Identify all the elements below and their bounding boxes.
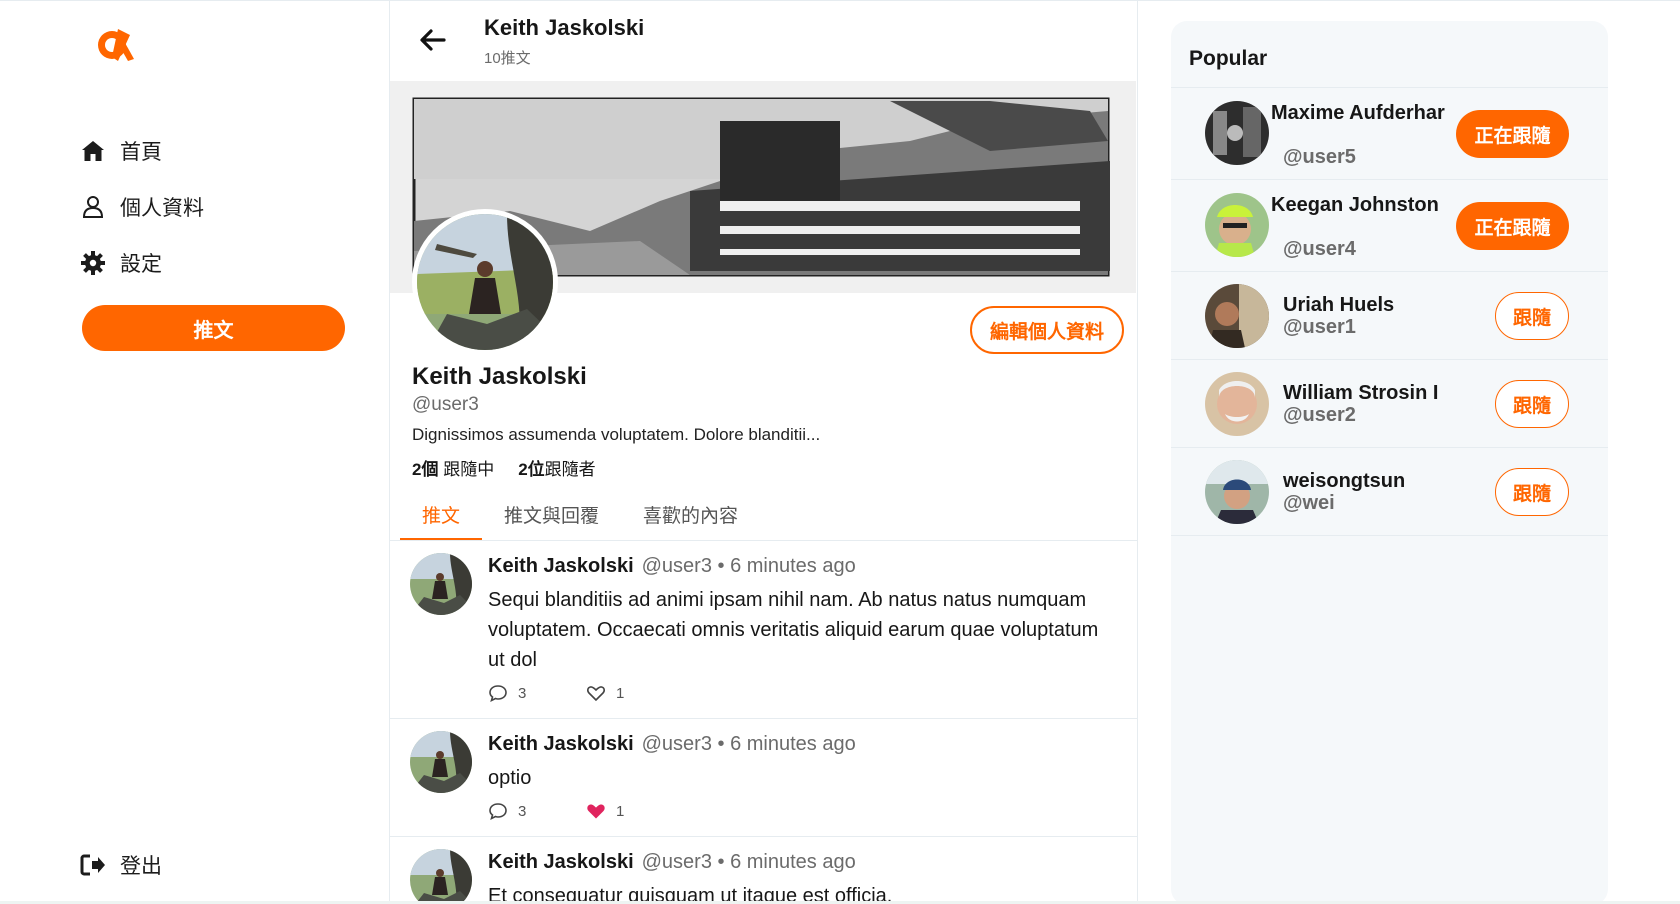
popular-user-handle: @wei — [1283, 492, 1335, 514]
popular-user-handle: @user2 — [1283, 404, 1356, 426]
tweet-header: Keith Jaskolski @user3 • 6 minutes ago — [488, 851, 856, 874]
profile-name: Keith Jaskolski — [412, 363, 587, 390]
follow-button[interactable]: 跟隨 — [1495, 468, 1569, 516]
tweet-author[interactable]: Keith Jaskolski — [488, 733, 634, 755]
following-link[interactable]: 2個 跟隨中 — [412, 455, 494, 480]
home-icon — [82, 141, 104, 161]
comment-icon — [489, 685, 507, 703]
comment-icon — [489, 803, 507, 821]
following-label: 跟隨中 — [443, 460, 495, 479]
following-button[interactable]: 正在跟隨 — [1456, 202, 1569, 250]
reply-count: 3 — [518, 802, 527, 820]
popular-user[interactable]: William Strosin I @user2 跟隨 — [1171, 359, 1608, 447]
gear-icon — [81, 251, 105, 275]
avatar[interactable] — [1205, 101, 1269, 165]
followers-link[interactable]: 2位跟隨者 — [518, 455, 595, 480]
nav-item-label: 設定 — [120, 253, 162, 276]
popular-user-name: Maxime Aufderhar — [1271, 102, 1445, 124]
popular-user-handle: @user4 — [1283, 238, 1356, 260]
avatar[interactable] — [1205, 372, 1269, 436]
logout-button[interactable]: 登出 — [80, 845, 162, 885]
profile-tabs: 推文 推文與回覆 喜歡的內容 — [400, 493, 760, 541]
popular-divider — [1171, 535, 1608, 536]
tweet-actions: 3 1 — [488, 683, 684, 703]
profile-avatar[interactable] — [412, 209, 558, 355]
like-count: 1 — [616, 684, 625, 702]
popular-user[interactable]: Uriah Huels @user1 跟隨 — [1171, 271, 1608, 359]
avatar[interactable] — [1205, 193, 1269, 257]
popular-user[interactable]: Maxime Aufderhar @user5 正在跟隨 — [1171, 87, 1608, 179]
profile-stats: 2個 跟隨中 2位跟隨者 — [412, 455, 596, 480]
popular-user-name: Uriah Huels — [1283, 294, 1395, 316]
follow-button[interactable]: 跟隨 — [1495, 380, 1569, 428]
tweet-item[interactable]: Keith Jaskolski @user3 • 6 minutes ago Se… — [390, 541, 1137, 719]
left-nav: 首頁 個人資料 設定 推文 登出 — [0, 1, 390, 904]
tweet-avatar[interactable] — [410, 553, 472, 615]
tweet-item[interactable]: Keith Jaskolski @user3 • 6 minutes ago Et… — [390, 837, 1137, 904]
tweet-avatar[interactable] — [410, 731, 472, 793]
popular-user-handle: @user1 — [1283, 316, 1356, 338]
nav-item-settings[interactable]: 設定 — [80, 243, 162, 283]
avatar[interactable] — [1205, 460, 1269, 524]
profile-bio: Dignissimos assumenda voluptatem. Dolore… — [412, 425, 821, 444]
following-button[interactable]: 正在跟隨 — [1456, 110, 1569, 158]
reply-button[interactable]: 3 — [488, 801, 586, 821]
tweet-header: Keith Jaskolski @user3 • 6 minutes ago — [488, 555, 856, 578]
edit-profile-button[interactable]: 編輯個人資料 — [970, 306, 1124, 354]
tweet-item[interactable]: Keith Jaskolski @user3 • 6 minutes ago op… — [390, 719, 1137, 837]
heart-outline-icon — [587, 686, 605, 702]
popular-title: Popular — [1189, 47, 1268, 70]
header-title: Keith Jaskolski — [484, 15, 645, 40]
reply-button[interactable]: 3 — [488, 683, 586, 703]
app-root: 首頁 個人資料 設定 推文 登出 Keith Jaskolski 10推文 編輯… — [0, 0, 1680, 904]
tweet-meta: @user3 • 6 minutes ago — [641, 733, 856, 755]
profile-handle: @user3 — [412, 394, 479, 415]
tweet-text: optio — [488, 767, 532, 789]
nav-item-label: 個人資料 — [120, 197, 204, 220]
nav-item-home[interactable]: 首頁 — [80, 131, 162, 171]
avatar[interactable] — [1205, 284, 1269, 348]
tab-tweets[interactable]: 推文 — [400, 493, 483, 541]
user-icon — [82, 196, 104, 218]
tweet-meta: @user3 • 6 minutes ago — [641, 851, 856, 873]
popular-user[interactable]: Keegan Johnston @user4 正在跟隨 — [1171, 179, 1608, 271]
logo-icon[interactable] — [92, 21, 136, 65]
followers-label: 跟隨者 — [544, 460, 596, 479]
tab-tweets-replies[interactable]: 推文與回覆 — [482, 493, 621, 541]
heart-filled-icon — [587, 804, 605, 819]
popular-user-name: William Strosin I — [1283, 382, 1439, 404]
main-column: Keith Jaskolski 10推文 編輯個人資料 Keith Jaskol… — [390, 1, 1138, 904]
popular-panel: Popular Maxime Aufderhar @user5 正在跟隨 Kee… — [1171, 21, 1608, 904]
like-count: 1 — [616, 802, 625, 820]
following-count: 2個 — [412, 460, 439, 479]
followers-count: 2位 — [518, 460, 545, 479]
logout-label: 登出 — [120, 855, 162, 878]
tweet-text: Sequi blanditiis ad animi ipsam nihil na… — [488, 589, 1099, 671]
tweet-author[interactable]: Keith Jaskolski — [488, 555, 634, 577]
reply-count: 3 — [518, 684, 527, 702]
tweet-actions: 3 1 — [488, 801, 684, 821]
popular-user[interactable]: weisongtsun @wei 跟隨 — [1171, 447, 1608, 535]
popular-user-name: weisongtsun — [1283, 470, 1406, 492]
logout-icon — [80, 854, 105, 876]
tweet-meta: @user3 • 6 minutes ago — [641, 555, 856, 577]
profile-header: Keith Jaskolski 10推文 — [390, 1, 1137, 79]
tweet-author[interactable]: Keith Jaskolski — [488, 851, 634, 873]
like-button[interactable]: 1 — [586, 683, 684, 703]
tweet-header: Keith Jaskolski @user3 • 6 minutes ago — [488, 733, 856, 756]
popular-user-handle: @user5 — [1283, 146, 1356, 168]
popular-user-name: Keegan Johnston — [1271, 194, 1439, 216]
tweet-button[interactable]: 推文 — [82, 305, 345, 351]
tweet-count: 10推文 — [484, 50, 531, 67]
like-button[interactable]: 1 — [586, 801, 684, 821]
back-arrow-icon[interactable] — [418, 25, 448, 55]
tab-likes[interactable]: 喜歡的內容 — [621, 493, 760, 541]
tweet-avatar[interactable] — [410, 849, 472, 904]
nav-item-profile[interactable]: 個人資料 — [80, 187, 204, 227]
nav-item-label: 首頁 — [120, 141, 162, 164]
follow-button[interactable]: 跟隨 — [1495, 292, 1569, 340]
